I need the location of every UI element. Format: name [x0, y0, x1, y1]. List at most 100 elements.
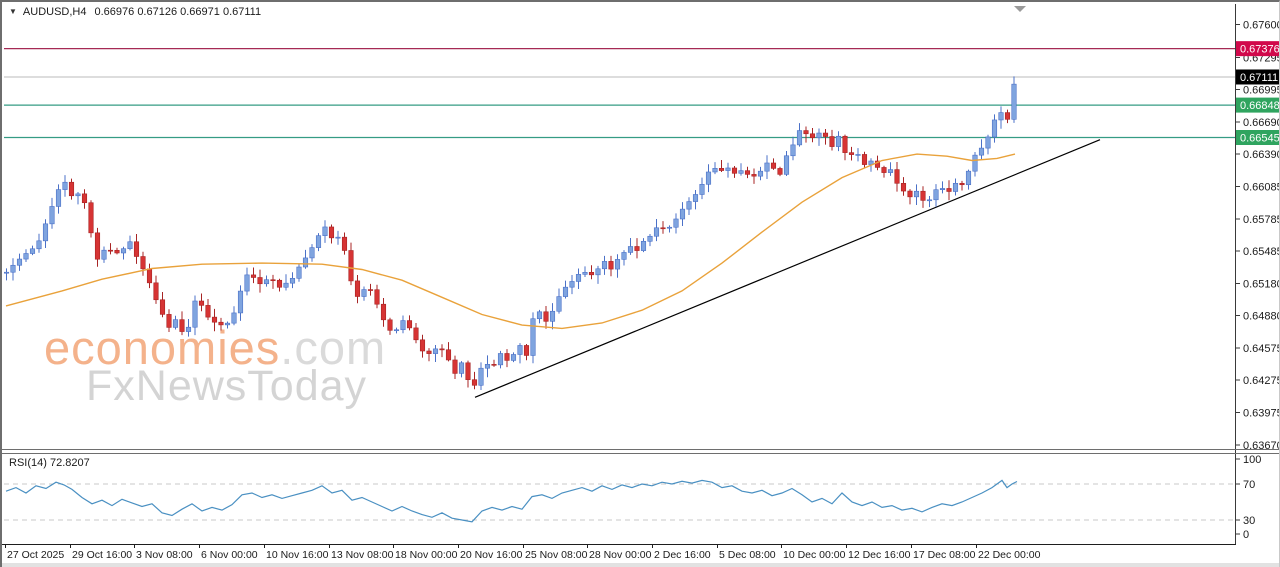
bearish-candle[interactable]: [427, 351, 432, 354]
bullish-candle[interactable]: [121, 249, 126, 253]
bearish-candle[interactable]: [524, 345, 529, 355]
bullish-candle[interactable]: [173, 320, 178, 328]
bearish-candle[interactable]: [472, 380, 477, 386]
bearish-candle[interactable]: [908, 191, 913, 197]
bearish-candle[interactable]: [921, 191, 926, 200]
bullish-candle[interactable]: [648, 236, 653, 241]
bearish-candle[interactable]: [895, 170, 900, 184]
rsi-axis[interactable]: 10070300: [1235, 454, 1261, 541]
bullish-candle[interactable]: [999, 113, 1004, 120]
bullish-candle[interactable]: [680, 209, 685, 219]
bearish-candle[interactable]: [719, 168, 724, 170]
bullish-candle[interactable]: [511, 354, 516, 360]
bullish-candle[interactable]: [56, 190, 61, 207]
bearish-candle[interactable]: [778, 168, 783, 174]
bullish-candle[interactable]: [992, 120, 997, 137]
chart-canvas[interactable]: 0.676000.672950.669950.666900.663900.660…: [2, 2, 1280, 567]
bearish-candle[interactable]: [349, 251, 354, 281]
bullish-candle[interactable]: [284, 283, 289, 287]
bullish-candle[interactable]: [17, 259, 22, 265]
bullish-candle[interactable]: [232, 313, 237, 323]
bearish-candle[interactable]: [843, 136, 848, 152]
bullish-candle[interactable]: [303, 258, 308, 267]
bullish-candle[interactable]: [290, 278, 295, 283]
bullish-candle[interactable]: [940, 188, 945, 189]
bullish-candle[interactable]: [264, 280, 269, 284]
bearish-candle[interactable]: [180, 320, 185, 332]
bullish-candle[interactable]: [602, 261, 607, 268]
bullish-candle[interactable]: [953, 183, 958, 191]
bullish-candle[interactable]: [739, 171, 744, 174]
rsi-line[interactable]: [6, 480, 1017, 521]
bullish-candle[interactable]: [641, 241, 646, 250]
bearish-candle[interactable]: [160, 300, 165, 315]
bullish-candle[interactable]: [550, 311, 555, 321]
bullish-candle[interactable]: [362, 290, 367, 297]
bearish-candle[interactable]: [206, 305, 211, 317]
bullish-candle[interactable]: [700, 184, 705, 194]
bearish-candle[interactable]: [492, 364, 497, 365]
bullish-candle[interactable]: [674, 219, 679, 227]
bullish-candle[interactable]: [979, 148, 984, 155]
bullish-candle[interactable]: [1012, 84, 1017, 119]
bullish-candle[interactable]: [401, 321, 406, 330]
bullish-candle[interactable]: [238, 291, 243, 313]
bearish-candle[interactable]: [960, 183, 965, 184]
bearish-candle[interactable]: [732, 168, 737, 173]
bearish-candle[interactable]: [154, 283, 159, 300]
bullish-candle[interactable]: [934, 190, 939, 200]
bearish-candle[interactable]: [420, 340, 425, 351]
bullish-candle[interactable]: [615, 259, 620, 269]
bullish-candle[interactable]: [914, 191, 919, 197]
bearish-candle[interactable]: [82, 194, 87, 203]
bullish-candle[interactable]: [726, 168, 731, 171]
chart-dropdown-icon[interactable]: ▼: [9, 7, 17, 16]
chart-shift-marker-icon[interactable]: [1014, 6, 1026, 12]
bullish-candle[interactable]: [693, 194, 698, 201]
bullish-candle[interactable]: [986, 137, 991, 148]
bullish-candle[interactable]: [836, 136, 841, 146]
bearish-candle[interactable]: [271, 280, 276, 281]
bullish-candle[interactable]: [323, 227, 328, 236]
bullish-candle[interactable]: [758, 171, 763, 176]
bearish-candle[interactable]: [466, 363, 471, 380]
bullish-candle[interactable]: [459, 363, 464, 374]
bullish-candle[interactable]: [797, 131, 802, 145]
bearish-candle[interactable]: [882, 167, 887, 172]
candles-layer[interactable]: [4, 76, 1016, 390]
bearish-candle[interactable]: [635, 246, 640, 250]
bearish-candle[interactable]: [453, 360, 458, 373]
bearish-candle[interactable]: [147, 269, 152, 283]
bearish-candle[interactable]: [375, 290, 380, 305]
bullish-candle[interactable]: [583, 272, 588, 274]
bullish-candle[interactable]: [316, 236, 321, 248]
bearish-candle[interactable]: [505, 353, 510, 360]
bullish-candle[interactable]: [856, 154, 861, 155]
bearish-candle[interactable]: [388, 320, 393, 331]
bullish-candle[interactable]: [576, 274, 581, 281]
bullish-candle[interactable]: [518, 345, 523, 354]
bearish-candle[interactable]: [115, 250, 120, 253]
bullish-candle[interactable]: [687, 202, 692, 210]
bullish-candle[interactable]: [791, 145, 796, 156]
bullish-candle[interactable]: [394, 330, 399, 331]
bearish-candle[interactable]: [823, 133, 828, 136]
bearish-candle[interactable]: [141, 257, 146, 269]
bullish-candle[interactable]: [63, 182, 68, 189]
bullish-candle[interactable]: [4, 272, 9, 273]
bullish-candle[interactable]: [966, 171, 971, 185]
bearish-candle[interactable]: [381, 304, 386, 320]
bullish-candle[interactable]: [596, 269, 601, 275]
bearish-candle[interactable]: [830, 137, 835, 147]
bearish-candle[interactable]: [862, 154, 867, 164]
bearish-candle[interactable]: [251, 275, 256, 278]
time-axis[interactable]: 27 Oct 202529 Oct 16:003 Nov 08:006 Nov …: [2, 544, 1236, 561]
bullish-candle[interactable]: [706, 172, 711, 184]
bullish-candle[interactable]: [973, 155, 978, 171]
bearish-candle[interactable]: [771, 163, 776, 168]
bearish-candle[interactable]: [368, 290, 373, 291]
bullish-candle[interactable]: [76, 194, 81, 196]
bullish-candle[interactable]: [765, 163, 770, 171]
bullish-candle[interactable]: [24, 254, 29, 260]
bearish-candle[interactable]: [609, 261, 614, 269]
